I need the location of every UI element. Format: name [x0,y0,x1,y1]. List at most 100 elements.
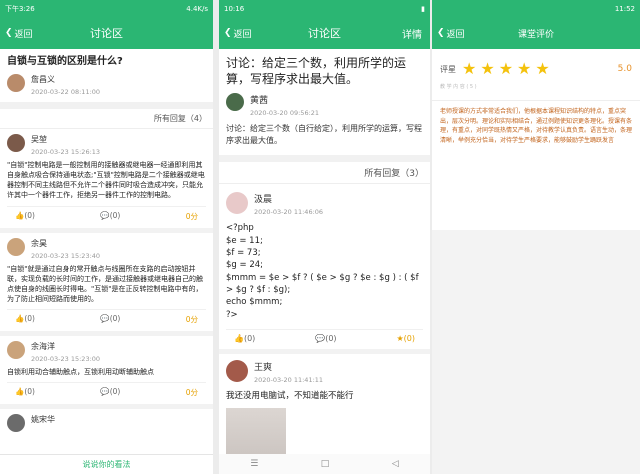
avatar [7,134,25,152]
system-nav-bar: ☰ □ ◁ [219,454,430,474]
reply-body: "自锁"就是通过自身的常开触点与线圈所在支路的启动按钮并联，实现负载的长时间的工… [7,264,203,303]
rating-label: 评星 [440,64,456,74]
question-content: 讨论：给定三个数（自行给定），利用所学的运算，写程序求出最大值。 [226,124,422,146]
reply-author: 余海洋 [31,342,55,352]
rating-row: 评星 ★ ★ ★ ★ ★ 5.0 [432,49,640,81]
comment-button[interactable]: 💬(0) [100,211,120,222]
status-bar: 11:52 [432,0,640,17]
status-bar: 10:16 ▮ [219,0,430,17]
post-date: 2020-03-20 09:56:21 [250,109,320,118]
back-label: 返回 [233,29,252,40]
star-rating[interactable]: ★ ★ ★ ★ ★ [462,61,618,77]
avatar [7,74,25,92]
star-icon[interactable]: ★ [462,61,476,77]
back-label: 返回 [14,29,33,40]
comment-icon: 💬 [100,314,110,324]
reply-time: 2020-03-23 15:23:40 [31,251,101,260]
score-button[interactable]: ★(0) [396,334,415,343]
empty-area [432,230,640,474]
status-time: 下午3:26 [5,4,35,13]
score-label: 0分 [185,388,198,398]
comment-button[interactable]: 💬(0) [100,314,120,325]
star-icon[interactable]: ★ [480,61,494,77]
reply-item: 余昊 2020-03-23 15:23:40 "自锁"就是通过自身的常开触点与线… [0,233,213,337]
reply-author: 吴堃 [31,135,47,144]
reply-author: 汲晨 [254,195,273,206]
evaluation-panel: 11:52 ❮ 返回 课堂评价 评星 ★ ★ ★ ★ ★ 5.0 教 学 内 容 ( 5… [432,0,640,474]
title-bar: ❮ 返回 讨论区 [0,17,213,49]
comment-icon: 💬 [315,333,326,343]
comment-button[interactable]: 💬(0) [315,334,336,343]
star-icon[interactable]: ★ [517,61,531,77]
all-replies-count: 所有回复（4） [0,109,213,129]
discussion-panel-2: 10:16 ▮ ❮ 返回 讨论区 详情 讨论：给定三个数，利用所学的运算，写程序… [219,0,430,474]
reply-author: 余昊 [31,238,47,248]
comment-icon: 💬 [100,387,110,397]
rating-note: 教 学 内 容 ( 5 ) [432,81,640,101]
menu-icon[interactable]: ☰ [250,459,258,469]
reply-body: 自锁利用动合辅助触点，互锁利用动断辅助触点 [7,368,154,377]
back-button[interactable]: ❮ 返回 [437,27,465,40]
home-icon[interactable]: □ [321,459,330,469]
thumbs-up-icon: 👍 [15,314,25,324]
like-button[interactable]: 👍(0) [15,314,35,325]
avatar [226,359,248,382]
like-button[interactable]: 👍(0) [234,334,255,343]
avatar [7,414,25,433]
chevron-left-icon: ❮ [5,28,13,38]
question-title: 讨论：给定三个数，利用所学的运算，写程序求出最大值。 [226,56,407,87]
reply-author: 王爽 [254,362,273,373]
reply-time: 2020-03-23 15:23:00 [31,355,101,364]
battery-icon: ▮ [421,4,425,13]
score-label: 0分 [185,315,198,325]
reply-time: 2020-03-20 11:41:11 [254,375,324,384]
details-button[interactable]: 详情 [402,26,422,41]
title-bar: ❮ 返回 讨论区 详情 [219,17,430,49]
back-label: 返回 [446,29,465,40]
reply-body: 我还没用电脑试，不知道能不能行 [226,390,354,401]
author-name: 黄茜 [250,96,269,107]
thumbs-up-icon: 👍 [15,210,25,220]
reply-author: 姚宋华 [31,415,55,425]
thumbs-up-icon: 👍 [234,333,244,343]
score-label: 0分 [185,211,198,221]
reply-item: 余海洋 2020-03-23 15:23:00 自锁利用动合辅助触点，互锁利用动… [0,336,213,410]
avatar [226,93,244,112]
rating-value: 5.0 [617,64,632,74]
title-bar: ❮ 返回 课堂评价 [432,17,640,49]
evaluation-comment: 老师授课的方式非常适合我们，他根据本课程知识结构的特点，重点突出，层次分明。理论… [440,108,633,144]
comment-icon: 💬 [100,210,110,220]
like-button[interactable]: 👍(0) [15,211,35,222]
question-author: 詹昌义 2020-03-22 08:11:00 [0,72,213,98]
back-button[interactable]: ❮ 返回 [5,27,33,40]
comment-button[interactable]: 💬(0) [100,387,120,398]
thumbs-up-icon: 👍 [15,387,25,397]
star-icon[interactable]: ★ [499,61,513,77]
status-right: 4.4K/s [186,4,208,13]
avatar [7,237,25,256]
all-replies-count: 所有回复（3） [219,162,430,185]
reply-item: 吴堃 2020-03-23 15:26:13 "自锁"控制电路是一般控制用的接触… [0,129,213,233]
status-time: 11:52 [614,4,635,13]
status-bar: 下午3:26 4.4K/s [0,0,213,17]
back-button[interactable]: ❮ 返回 [224,27,252,40]
question-author: 黄茜 2020-03-20 09:56:21 [219,91,430,119]
reply-item: 王爽 2020-03-20 11:41:11 我还没用电脑试，不知道能不能行 [219,354,430,469]
reply-time: 2020-03-20 11:46:06 [254,208,324,217]
author-name: 詹昌义 [31,75,55,84]
post-opinion-button[interactable]: 说说你的看法 [0,454,213,474]
back-nav-icon[interactable]: ◁ [392,459,399,469]
discussion-panel-1: 下午3:26 4.4K/s ❮ 返回 讨论区 自锁与互锁的区别是什么? 詹昌义 … [0,0,213,474]
post-date: 2020-03-22 08:11:00 [31,88,101,96]
award-icon: ★ [396,333,404,343]
like-button[interactable]: 👍(0) [15,387,35,398]
avatar [7,341,25,360]
reply-item: 汲晨 2020-03-20 11:46:06 <?php $e = 11; $f… [219,184,430,354]
reply-item: 姚宋华 [0,409,213,433]
reply-body: "自锁"控制电路是一般控制用的接触器或继电器一经通即利用其自身触点吸合保持通电状… [7,161,205,200]
question-title: 自锁与互锁的区别是什么? [7,56,123,67]
reply-time: 2020-03-23 15:26:13 [31,148,101,156]
star-icon[interactable]: ★ [535,61,549,77]
reply-body: <?php $e = 11; $f = 73; $g = 24; $mmm = … [226,223,419,320]
chevron-left-icon: ❮ [224,28,232,38]
